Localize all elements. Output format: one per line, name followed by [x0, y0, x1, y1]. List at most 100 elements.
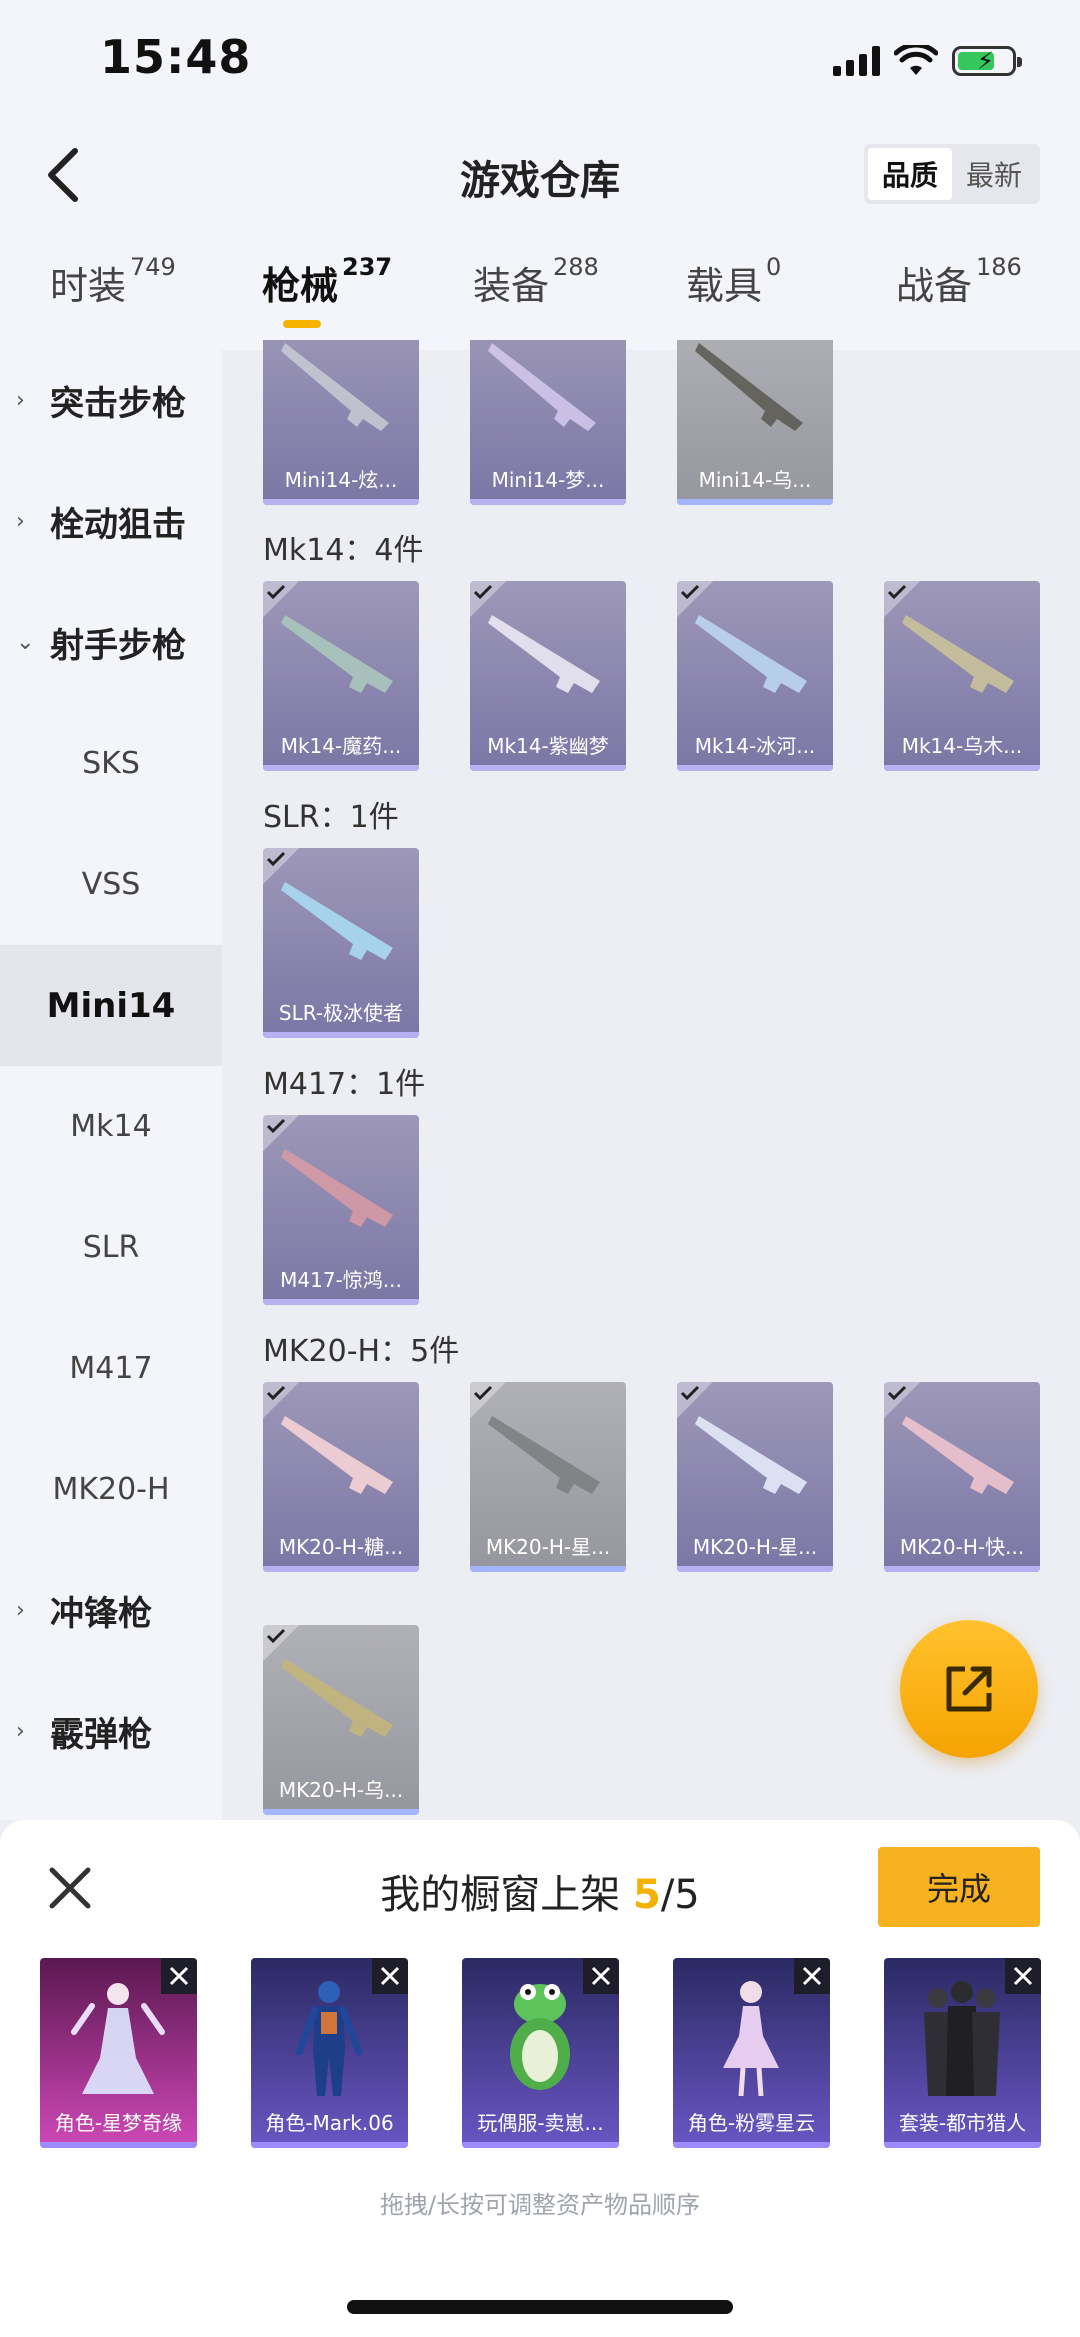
home-indicator[interactable] [347, 2300, 733, 2314]
tab-supplies[interactable]: 战备 186 [896, 253, 1022, 310]
category-tabs: 时装 749 枪械 237 装备 288 载具 0 战备 186 [0, 253, 1080, 325]
remove-icon[interactable] [583, 1958, 619, 1994]
status-time: 15:48 [100, 30, 252, 84]
showcase-count: 5 [632, 1872, 661, 1918]
remove-icon[interactable] [794, 1958, 830, 1994]
sidebar: › 突击步枪 › 栓动狙击 ⌄ 射手步枪 SKS VSS Mini14 Mk14 SL… [0, 340, 222, 1820]
tab-vehicles[interactable]: 载具 0 [686, 253, 781, 310]
item-card[interactable]: M417-惊鸿... [263, 1115, 419, 1305]
item-label: Mk14-乌木... [901, 734, 1023, 758]
item-card[interactable]: Mk14-冰河... [677, 581, 833, 771]
slot-label: 角色-Mark.06 [265, 2111, 394, 2135]
rifle-icon [488, 1416, 600, 1494]
share-button[interactable] [900, 1620, 1038, 1758]
sidebar-item-sks[interactable]: SKS [0, 703, 222, 824]
battery-icon: ⚡ [952, 46, 1022, 76]
item-card[interactable]: Mini14-乌... [677, 340, 833, 505]
showcase-slot[interactable]: 角色-星梦奇缘 [40, 1958, 197, 2148]
reorder-hint: 拖拽/长按可调整资产物品顺序 [379, 2191, 701, 2219]
rifle-icon [902, 615, 1014, 693]
remove-icon[interactable] [372, 1958, 408, 1994]
rifle-icon [695, 1416, 807, 1494]
item-card[interactable]: MK20-H-快... [884, 1382, 1040, 1572]
group-title-m417: M417：1件 [263, 1067, 426, 1102]
item-card[interactable]: Mk14-乌木... [884, 581, 1040, 771]
tab-label: 战备 [896, 264, 973, 308]
sidebar-item-shotguns[interactable]: › 霰弹枪 [0, 1671, 222, 1792]
chevron-down-icon: ⌄ [16, 630, 35, 655]
remove-icon[interactable] [161, 1958, 197, 1994]
chevron-right-icon: › [16, 1598, 25, 1623]
share-icon [946, 1666, 992, 1712]
item-card[interactable]: MK20-H-星... [470, 1382, 626, 1572]
sidebar-item-vss[interactable]: VSS [0, 824, 222, 945]
sidebar-item-label: SLR [82, 1230, 140, 1265]
item-card[interactable]: Mini14-梦... [470, 340, 626, 505]
tab-fashion[interactable]: 时装 749 [50, 253, 176, 310]
tab-count: 237 [342, 253, 393, 281]
sidebar-item-label: 栓动狙击 [50, 505, 186, 545]
item-grid: Mini14-炫... Mini14-梦... Mini14-乌... Mk14… [222, 340, 1080, 1820]
rifle-icon [695, 343, 803, 431]
item-card[interactable]: Mk14-魔药... [263, 581, 419, 771]
cellular-signal-icon [833, 46, 880, 76]
sidebar-item-m417[interactable]: M417 [0, 1308, 222, 1429]
sidebar-item-bolt-snipers[interactable]: › 栓动狙击 [0, 461, 222, 582]
sort-toggle: 品质 最新 [864, 144, 1040, 204]
tab-count: 288 [553, 253, 599, 281]
item-card[interactable]: SLR-极冰使者 [263, 848, 419, 1038]
rifle-icon [281, 1416, 393, 1494]
tab-equipment[interactable]: 装备 288 [473, 253, 599, 310]
tab-label: 时装 [50, 264, 127, 308]
sidebar-item-label: VSS [81, 867, 141, 902]
sort-newest-button[interactable]: 最新 [952, 148, 1036, 200]
showcase-slot[interactable]: 玩偶服-卖崽... [462, 1958, 619, 2148]
item-label: Mk14-魔药... [280, 734, 402, 758]
rifle-icon [488, 343, 596, 431]
item-card[interactable]: Mini14-炫... [263, 340, 419, 505]
sidebar-item-label: Mini14 [46, 985, 176, 1026]
sidebar-item-marksman-rifles[interactable]: ⌄ 射手步枪 [0, 582, 222, 703]
sidebar-item-label: Mk14 [70, 1109, 152, 1144]
showcase-slot[interactable]: 角色-粉雾星云 [673, 1958, 830, 2148]
item-card[interactable]: Mk14-紫幽梦 [470, 581, 626, 771]
sidebar-item-label: MK20-H [52, 1472, 170, 1507]
sidebar-item-mini14[interactable]: Mini14 [0, 945, 222, 1066]
sidebar-item-slr[interactable]: SLR [0, 1187, 222, 1308]
item-card[interactable]: MK20-H-乌... [263, 1625, 419, 1815]
sidebar-item-assault-rifles[interactable]: › 突击步枪 [0, 340, 222, 461]
rifle-icon [695, 615, 807, 693]
sidebar-item-label: 霰弹枪 [50, 1715, 152, 1755]
sidebar-item-mk14[interactable]: Mk14 [0, 1066, 222, 1187]
sidebar-item-label: 冲锋枪 [50, 1594, 152, 1634]
showcase-slot[interactable]: 套装-都市猎人 [884, 1958, 1041, 2148]
item-card[interactable]: MK20-H-星... [677, 1382, 833, 1572]
item-card[interactable]: MK20-H-糖... [263, 1382, 419, 1572]
item-label: MK20-H-星... [692, 1535, 818, 1559]
sidebar-item-mk20h[interactable]: MK20-H [0, 1429, 222, 1550]
sort-quality-button[interactable]: 品质 [868, 148, 952, 200]
tab-label: 枪械 [262, 264, 339, 308]
tab-count: 749 [130, 253, 176, 281]
showcase-title-text: 我的橱窗上架 [380, 1872, 621, 1918]
slot-label: 玩偶服-卖崽... [477, 2111, 604, 2135]
showcase-slot[interactable]: 角色-Mark.06 [251, 1958, 408, 2148]
item-label: MK20-H-快... [899, 1535, 1025, 1559]
item-label: M417-惊鸿... [280, 1268, 402, 1292]
item-label: SLR-极冰使者 [278, 1001, 404, 1025]
sidebar-item-label: 射手步枪 [50, 626, 186, 666]
item-label: MK20-H-乌... [278, 1778, 404, 1802]
chevron-right-icon: › [16, 1719, 25, 1744]
group-title-slr: SLR：1件 [263, 800, 399, 835]
sidebar-item-smgs[interactable]: › 冲锋枪 [0, 1550, 222, 1671]
sidebar-item-label: SKS [82, 746, 140, 781]
remove-icon[interactable] [1005, 1958, 1041, 1994]
tab-guns[interactable]: 枪械 237 [262, 253, 393, 310]
item-label: Mini14-梦... [491, 468, 605, 492]
rifle-icon [488, 615, 600, 693]
tab-label: 装备 [473, 264, 550, 308]
group-title-mk20h: MK20-H：5件 [263, 1334, 460, 1369]
slot-label: 套装-都市猎人 [898, 2111, 1027, 2135]
done-button[interactable]: 完成 [878, 1847, 1040, 1927]
item-label: Mk14-紫幽梦 [487, 734, 609, 758]
